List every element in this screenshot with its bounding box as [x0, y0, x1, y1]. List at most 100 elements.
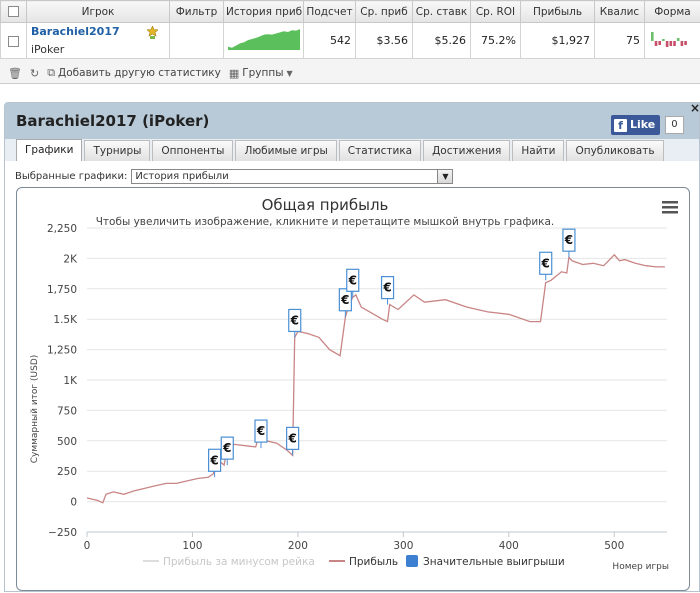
player-panel: Barachiel2017 (iPoker) f Like 0 × График…: [4, 102, 700, 592]
legend-big-wins[interactable]: Значительные выигрыши: [423, 556, 565, 568]
sparkline-area: [228, 29, 300, 50]
avg-stake-value: $5.26: [413, 23, 471, 59]
x-tick-label: 200: [288, 540, 308, 552]
y-tick-label: 1.5K: [53, 314, 78, 326]
legend-net-profit[interactable]: Прибыль за минусом рейка: [163, 556, 315, 568]
facebook-like-button[interactable]: f Like: [611, 115, 660, 135]
ability-value: 75: [595, 23, 645, 59]
chart-selector-row: Выбранные графики: История прибыли ▼: [15, 169, 453, 184]
tab-favorite-games[interactable]: Любимые игры: [235, 140, 336, 161]
stats-header-row: Игрок Фильтр История прибыли Подсчет Ср.…: [1, 1, 700, 23]
y-tick-label: 0: [70, 497, 77, 509]
row-checkbox-cell[interactable]: [1, 23, 27, 59]
header-avg-profit[interactable]: Ср. приб: [356, 1, 413, 23]
big-win-markers: €€€€€€€€€€: [209, 229, 575, 477]
chart-subtitle: Чтобы увеличить изображение, кликните и …: [96, 216, 555, 228]
y-tick-label: 1,750: [47, 284, 77, 296]
y-tick-label: 2K: [63, 253, 78, 265]
series-profit: [87, 255, 665, 503]
svg-text:€: €: [340, 293, 349, 307]
big-win-marker[interactable]: €: [382, 277, 394, 305]
profit-history-cell: [224, 23, 304, 59]
y-tick-label: −250: [48, 527, 77, 539]
add-stat-label: Добавить другую статистику: [58, 67, 221, 79]
form-bar: [651, 32, 654, 41]
header-player[interactable]: Игрок: [27, 1, 170, 23]
big-win-marker[interactable]: €: [339, 289, 351, 317]
svg-text:€: €: [209, 453, 218, 467]
big-win-marker[interactable]: €: [540, 252, 552, 280]
select-all-header[interactable]: [1, 1, 27, 23]
facebook-like-label: Like: [630, 115, 655, 135]
header-avg-stake[interactable]: Ср. ставк: [413, 1, 471, 23]
big-win-marker[interactable]: €: [289, 309, 301, 337]
menu-icon[interactable]: [662, 201, 678, 214]
x-axis: 0100200300400500: [84, 532, 667, 552]
groups-button[interactable]: ▦ Группы ▼: [229, 67, 293, 80]
chevron-down-icon[interactable]: ▼: [437, 170, 452, 183]
add-stat-button[interactable]: ⧉ Добавить другую статистику: [47, 66, 221, 80]
chart-title: Общая прибыль: [262, 196, 389, 214]
tab-find[interactable]: Найти: [512, 140, 564, 161]
player-name-link[interactable]: Barachiel2017: [31, 25, 165, 38]
profit-chart[interactable]: Общая прибыль Чтобы увеличить изображени…: [17, 188, 689, 590]
profit-line[interactable]: [87, 255, 665, 503]
facebook-like: f Like 0: [611, 115, 684, 135]
tab-statistics[interactable]: Статистика: [339, 140, 421, 161]
tab-charts[interactable]: Графики: [16, 139, 82, 161]
form-bar: [666, 41, 669, 47]
x-tick-label: 500: [604, 540, 624, 552]
chart-selector[interactable]: История прибыли ▼: [131, 169, 453, 184]
panel-tabs: Графики Турниры Оппоненты Любимые игры С…: [16, 139, 664, 161]
tab-opponents[interactable]: Оппоненты: [152, 140, 233, 161]
tab-achievements[interactable]: Достижения: [423, 140, 510, 161]
medal-icon: [147, 26, 158, 39]
facebook-icon: f: [614, 119, 627, 132]
svg-text:€: €: [222, 441, 231, 455]
header-form[interactable]: Форма: [645, 1, 700, 23]
stats-table: Игрок Фильтр История прибыли Подсчет Ср.…: [0, 0, 700, 59]
groups-label: Группы: [242, 67, 283, 79]
header-filter[interactable]: Фильтр: [170, 1, 224, 23]
player-cell: Barachiel2017 iPoker: [27, 23, 170, 59]
table-row: Barachiel2017 iPoker 542 $3.56 $5.26 75.…: [1, 23, 700, 59]
big-win-marker[interactable]: €: [563, 229, 575, 257]
close-panel-button[interactable]: ×: [690, 101, 700, 115]
panel-title: Barachiel2017 (iPoker): [16, 112, 209, 130]
chevron-down-icon: ▼: [287, 69, 293, 78]
form-bar: [673, 41, 676, 46]
refresh-icon[interactable]: ↻: [30, 67, 39, 80]
big-win-marker[interactable]: €: [221, 437, 233, 465]
big-win-marker[interactable]: €: [209, 449, 221, 477]
y-tick-label: 750: [57, 405, 77, 417]
form-bar: [658, 41, 661, 45]
svg-text:€: €: [564, 233, 573, 247]
tab-publish[interactable]: Опубликовать: [566, 140, 663, 161]
header-count[interactable]: Подсчет: [304, 1, 356, 23]
x-axis-label: Номер игры: [612, 562, 669, 572]
svg-text:€: €: [290, 313, 299, 327]
tab-content: Выбранные графики: История прибыли ▼ Общ…: [5, 161, 699, 591]
y-tick-label: 1,250: [47, 345, 77, 357]
select-all-checkbox[interactable]: [8, 6, 19, 17]
filter-cell: [170, 23, 224, 59]
trash-icon[interactable]: 🗑: [8, 67, 22, 80]
form-bar: [662, 39, 665, 41]
header-profit-history[interactable]: История прибыли: [224, 1, 304, 23]
header-avg-roi[interactable]: Ср. ROI: [471, 1, 521, 23]
row-checkbox[interactable]: [8, 36, 19, 47]
form-bar: [670, 41, 673, 46]
tab-tournaments[interactable]: Турниры: [84, 140, 150, 161]
header-ability[interactable]: Квалис: [595, 1, 645, 23]
player-site: iPoker: [31, 43, 165, 56]
profit-chart-container[interactable]: Общая прибыль Чтобы увеличить изображени…: [16, 187, 690, 591]
y-tick-label: 1K: [63, 375, 78, 387]
form-cell: [645, 23, 700, 59]
x-tick-label: 300: [393, 540, 413, 552]
avg-roi-value: 75.2%: [471, 23, 521, 59]
legend-profit[interactable]: Прибыль: [349, 556, 398, 568]
x-tick-label: 100: [182, 540, 202, 552]
header-profit[interactable]: Прибыль: [521, 1, 595, 23]
svg-text:€: €: [348, 273, 357, 287]
legend-big-wins-swatch: [406, 555, 418, 567]
